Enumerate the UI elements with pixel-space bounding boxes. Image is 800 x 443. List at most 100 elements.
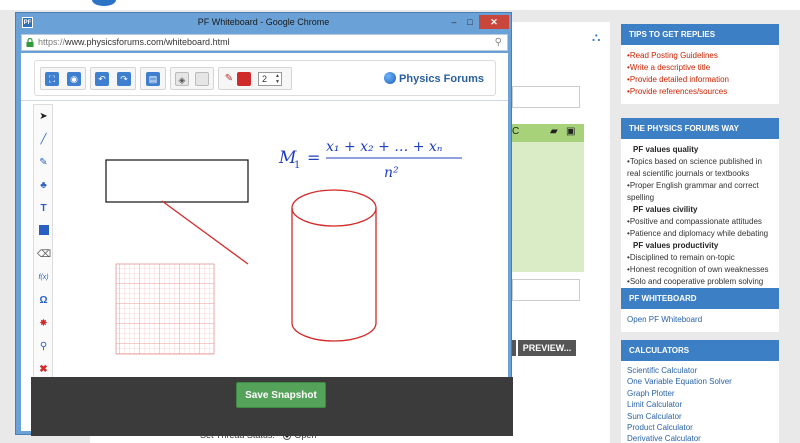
shapes-icon[interactable]: ♣ <box>37 179 50 192</box>
whiteboard-footer: Save Snapshot <box>31 377 513 436</box>
color-swatch-icon[interactable] <box>237 72 251 86</box>
sitemap-icon[interactable]: ⛬ <box>592 30 600 45</box>
lock-icon <box>26 38 34 47</box>
eraser-icon[interactable]: ⌫ <box>37 248 51 261</box>
tags-input[interactable] <box>512 279 580 301</box>
redo-icon[interactable]: ↷ <box>117 72 131 86</box>
maximize-button[interactable]: □ <box>462 15 478 29</box>
omega-icon[interactable]: Ω <box>37 294 50 307</box>
editor-panel[interactable] <box>512 142 584 272</box>
line-icon[interactable]: ╱ <box>37 133 50 146</box>
history-group: ↶ ↷ <box>90 67 136 90</box>
undo-icon[interactable]: ↶ <box>95 72 109 86</box>
tool-palette: ➤ ╱ ✎ ♣ T ⌫ f(x) Ω ✸ ⚲ ✖ <box>33 104 53 381</box>
settings-icon[interactable]: ◉ <box>67 72 81 86</box>
formula-denominator: n² <box>384 165 399 181</box>
stepper-arrows-icon[interactable]: ▲ ▼ <box>275 73 280 85</box>
fill-bucket-icon[interactable]: ◈ <box>175 72 189 86</box>
pf-way-widget: THE PHYSICS FORUMS WAY PF values quality… <box>621 118 779 294</box>
value-heading: PF values quality <box>633 145 699 154</box>
brand-text: Physics Forums <box>399 73 484 85</box>
whiteboard-header: PF WHITEBOARD <box>621 288 779 309</box>
save-snapshot-button[interactable]: Save Snapshot <box>236 382 326 408</box>
minimize-button[interactable]: – <box>446 15 462 29</box>
toolbar-divider <box>21 100 508 101</box>
rectangle-icon[interactable] <box>37 225 50 238</box>
pencil-icon[interactable]: ✎ <box>37 156 50 169</box>
preview-button[interactable]: PREVIEW... <box>518 340 576 356</box>
tip-link[interactable]: Write a descriptive title <box>627 62 773 74</box>
value-heading: PF values civility <box>633 205 698 214</box>
drawn-cylinder[interactable] <box>291 189 377 342</box>
tip-link[interactable]: Provide detailed information <box>627 74 773 86</box>
drawn-line[interactable] <box>161 200 249 265</box>
edit-tool-icon[interactable]: ▣ <box>566 126 575 137</box>
value-heading: PF values productivity <box>633 241 719 250</box>
formula-lhs-sub: 1 <box>294 160 300 171</box>
tip-link[interactable]: Read Posting Guidelines <box>627 50 773 62</box>
whiteboard-widget: PF WHITEBOARD Open PF Whiteboard <box>621 288 779 332</box>
zoom-icon[interactable]: ⚲ <box>495 37 502 48</box>
delete-icon[interactable]: ✖ <box>37 363 50 376</box>
window-title: PF Whiteboard - Google Chrome <box>197 17 330 27</box>
eraser-tool-icon[interactable]: ▰ <box>550 126 558 137</box>
fill-group: ◈ <box>170 67 214 90</box>
value-item: Solo and cooperative problem solving <box>627 276 773 288</box>
stamp-icon[interactable]: ✸ <box>37 317 50 330</box>
whiteboard-toolbar: ⛶ ◉ ↶ ↷ ▤ ◈ ✎ 2 ▲ ▼ Physics Forums <box>34 60 496 96</box>
grid-paper[interactable] <box>115 263 215 355</box>
post-button[interactable] <box>512 340 516 356</box>
formula-numerator: x₁ + x₂ + … + xₙ <box>326 139 443 155</box>
calculators-widget: CALCULATORS Scientific Calculator One Va… <box>621 340 779 443</box>
url-host-path: www.physicsforums.com/whiteboard.html <box>65 37 230 47</box>
zoom-tool-icon[interactable]: ⚲ <box>37 340 50 353</box>
calculator-link[interactable]: Sum Calculator <box>627 411 773 422</box>
tip-link[interactable]: Provide references/sources <box>627 86 773 98</box>
close-button[interactable]: ✕ <box>479 15 509 29</box>
whiteboard-window: PF PF Whiteboard - Google Chrome – □ ✕ h… <box>15 12 513 436</box>
whiteboard-content: ⛶ ◉ ↶ ↷ ▤ ◈ ✎ 2 ▲ ▼ Physics Forums ➤ ╱ ✎… <box>21 53 508 431</box>
snapshot-icon[interactable]: ▤ <box>146 72 160 86</box>
tips-widget: TIPS TO GET REPLIES Read Posting Guideli… <box>621 24 779 104</box>
expand-icon[interactable]: ⛶ <box>45 72 59 86</box>
window-titlebar[interactable]: PF PF Whiteboard - Google Chrome – □ ✕ <box>16 13 511 33</box>
calculator-link[interactable]: One Variable Equation Solver <box>627 376 773 387</box>
calculator-link[interactable]: Graph Plotter <box>627 388 773 399</box>
open-whiteboard-link[interactable]: Open PF Whiteboard <box>627 314 773 326</box>
value-item: Positive and compassionate attitudes <box>627 216 773 228</box>
math-formula[interactable]: M 1 = x₁ + x₂ + … + xₙ n² <box>278 139 462 181</box>
calculator-link[interactable]: Product Calculator <box>627 422 773 433</box>
globe-logo-icon <box>384 72 397 84</box>
calculator-link[interactable]: Scientific Calculator <box>627 365 773 376</box>
drawn-rectangle[interactable] <box>105 159 249 203</box>
tips-header: TIPS TO GET REPLIES <box>621 24 779 45</box>
url-text: https://www.physicsforums.com/whiteboard… <box>38 37 230 47</box>
value-item: Disciplined to remain on-topic <box>627 252 773 264</box>
address-bar[interactable]: https://www.physicsforums.com/whiteboard… <box>21 34 508 51</box>
value-item: Honest recognition of own weaknesses <box>627 264 773 276</box>
calculator-link[interactable]: Derivative Calculator <box>627 433 773 443</box>
pointer-icon[interactable]: ➤ <box>37 110 50 123</box>
tips-list: Read Posting Guidelines Write a descript… <box>621 45 779 104</box>
physics-forums-brand: Physics Forums <box>384 72 484 85</box>
calculators-header: CALCULATORS <box>621 340 779 361</box>
value-item: Topics based on science published in rea… <box>627 156 773 180</box>
function-icon[interactable]: f(x) <box>37 271 50 284</box>
pen-group: ✎ 2 ▲ ▼ <box>218 67 292 90</box>
text-icon[interactable]: T <box>37 202 50 215</box>
line-width-value: 2 <box>262 74 268 84</box>
page-top-bar <box>0 0 800 10</box>
line-width-stepper[interactable]: 2 ▲ ▼ <box>258 72 282 86</box>
pf-way-header: THE PHYSICS FORUMS WAY <box>621 118 779 139</box>
view-tools-group: ⛶ ◉ <box>40 67 86 90</box>
value-item: Patience and diplomacy while debating <box>627 228 773 240</box>
editor-tool-icon[interactable]: C <box>512 126 519 137</box>
snapshot-group: ▤ <box>140 67 166 90</box>
pencil-color-icon[interactable]: ✎ <box>223 73 235 85</box>
url-scheme: https:// <box>38 37 66 47</box>
drawing-canvas[interactable]: M 1 = x₁ + x₂ + … + xₙ n² <box>59 103 499 383</box>
pf-way-list: PF values quality Topics based on scienc… <box>621 139 779 294</box>
calculator-link[interactable]: Limit Calculator <box>627 399 773 410</box>
clear-icon[interactable] <box>195 72 209 86</box>
title-input[interactable] <box>512 86 580 108</box>
